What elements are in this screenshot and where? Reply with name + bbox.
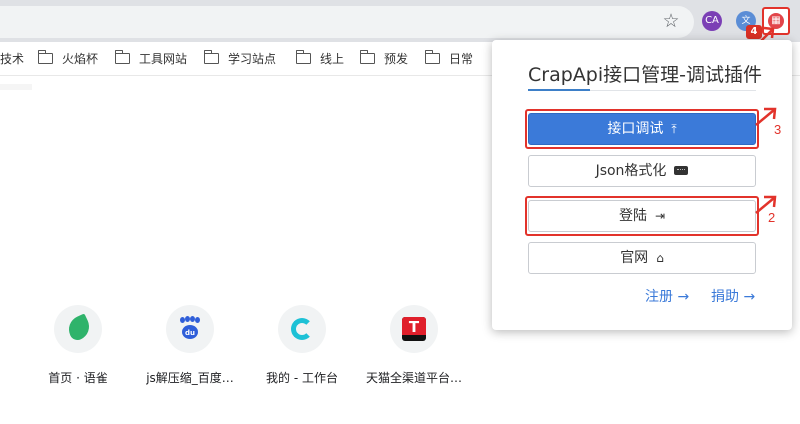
keyboard-icon	[674, 166, 689, 175]
annotation-number-2: 2	[768, 210, 776, 225]
tmall-icon: T	[390, 305, 438, 353]
annotation-box-2	[525, 196, 759, 236]
extension-ca-icon[interactable]: CA	[702, 11, 722, 31]
home-icon: ⌂	[656, 251, 664, 265]
folder-icon	[114, 50, 130, 64]
folder-icon	[359, 50, 375, 64]
divider	[0, 84, 32, 90]
annotation-number-3: 3	[774, 122, 782, 137]
folder-icon	[424, 50, 440, 64]
annotation-box-3	[525, 109, 759, 149]
browser-toolbar: ☆ CA 文 ▦ 4	[0, 0, 800, 42]
folder-icon	[295, 50, 311, 64]
baidu-paw-icon: du	[166, 305, 214, 353]
shortcut-tile[interactable]: 首页 · 语雀	[23, 305, 133, 395]
folder-icon	[37, 50, 53, 64]
folder-icon	[203, 50, 219, 64]
yuque-icon	[54, 305, 102, 353]
donate-link[interactable]: 捐助 →	[711, 286, 755, 306]
shortcut-tile[interactable]: 我的 - 工作台	[247, 305, 357, 395]
shortcut-tile[interactable]: du js解压缩_百度…	[135, 305, 245, 395]
json-format-button[interactable]: Json格式化	[528, 155, 756, 187]
title-accent	[528, 89, 590, 91]
bookmark-folder[interactable]: 日常	[424, 50, 473, 67]
shortcut-tile[interactable]: T 天猫全渠道平台…	[359, 305, 469, 395]
shortcut-label: 我的 - 工作台	[266, 371, 338, 385]
bookmark-folder[interactable]: 火焰杯	[37, 50, 98, 67]
annotation-arrow-2	[755, 195, 777, 214]
shortcut-label: js解压缩_百度…	[146, 371, 234, 385]
bookmark-folder[interactable]: 线上	[295, 50, 344, 67]
bookmark-folder[interactable]: 学习站点	[203, 50, 276, 67]
address-bar[interactable]	[0, 6, 694, 38]
register-link[interactable]: 注册 →	[645, 286, 689, 306]
shortcut-label: 天猫全渠道平台…	[365, 371, 462, 385]
official-site-button[interactable]: 官网 ⌂	[528, 242, 756, 274]
shortcut-label: 首页 · 语雀	[48, 371, 108, 385]
bookmark-folder[interactable]: 预发	[359, 50, 408, 67]
extension-popup: CrapApi接口管理-调试插件 接口调试 ⤒ Json格式化 登陆 ⇥ 官网 ⌂ 注…	[492, 40, 792, 330]
popup-title: CrapApi接口管理-调试插件	[528, 64, 762, 86]
bookmark-folder[interactable]: 工具网站	[114, 50, 187, 67]
workbench-icon	[278, 305, 326, 353]
star-icon[interactable]: ☆	[660, 10, 682, 32]
bookmark-folder[interactable]: 技术	[0, 51, 24, 67]
browser-window: ☆ CA 文 ▦ 4 1 技术 火焰杯 工具网站 学习站点 线上 预发 日常 首…	[0, 0, 800, 424]
